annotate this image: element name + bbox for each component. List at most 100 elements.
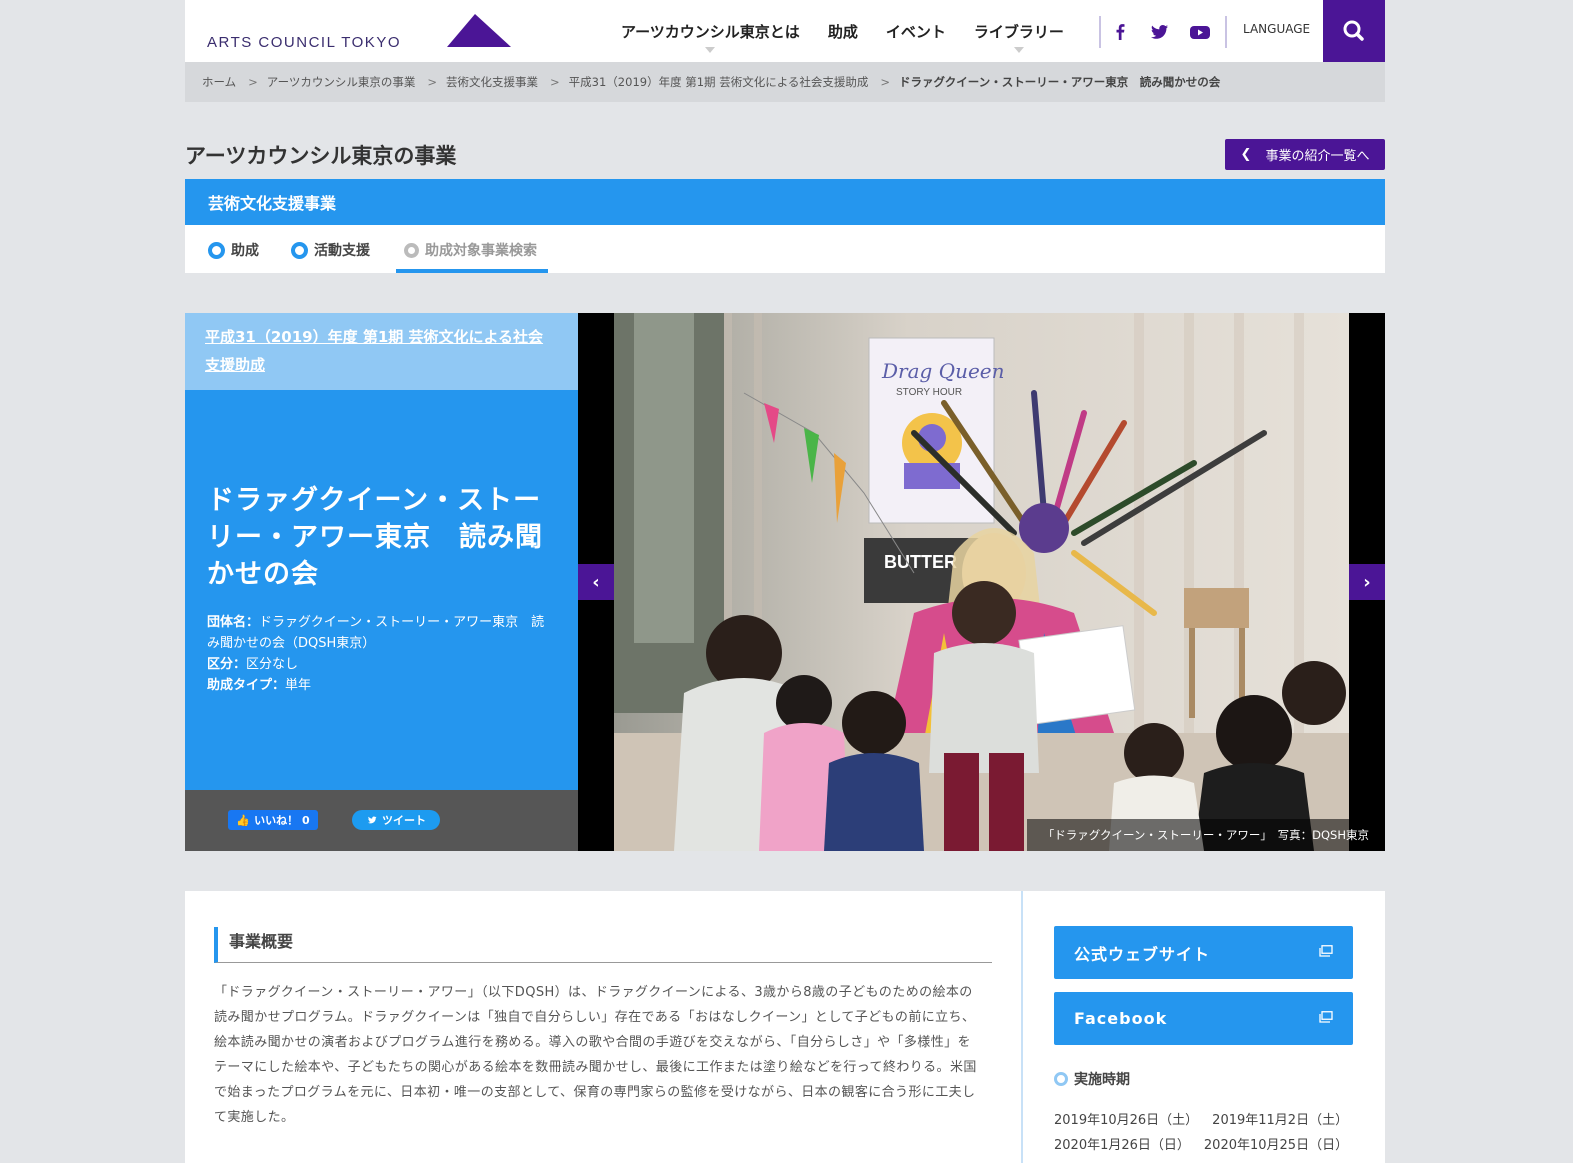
nav-events[interactable]: イベント: [886, 21, 946, 42]
period-heading: 実施時期: [1054, 1069, 1130, 1089]
project-info: ドラァグクイーン・ストーリー・アワー東京 読み聞かせの会 団体名：ドラァグクイー…: [185, 390, 578, 790]
tab-project-search[interactable]: 助成対象事業検索: [404, 240, 537, 260]
sign-subtext: STORY HOUR: [896, 387, 962, 398]
search-icon: [1343, 20, 1364, 41]
chevron-left-icon: ‹: [592, 571, 600, 593]
breadcrumb-separator: >: [248, 75, 258, 89]
like-label: いいね！ 0: [254, 814, 310, 827]
date-item: 2019年11月2日（土）: [1212, 1113, 1349, 1128]
tweet-label: ツイート: [382, 814, 426, 827]
site-logo[interactable]: ARTS COUNCIL TOKYO: [207, 14, 517, 54]
date-row: 2020年1月26日（日） 2020年10月25日（日）: [1054, 1133, 1362, 1158]
meta-value: 区分なし: [246, 657, 299, 672]
chevron-down-icon: [1013, 46, 1024, 53]
meta-key: 団体名：: [207, 615, 260, 630]
breadcrumb: ホーム > アーツカウンシル東京の事業 > 芸術文化支援事業 > 平成31（20…: [185, 62, 1385, 102]
nav-about[interactable]: アーツカウンシル東京とは: [621, 21, 800, 53]
tweet-button[interactable]: ツイート: [352, 810, 440, 830]
tab-grants[interactable]: 助成: [208, 240, 259, 260]
category-title: 芸術文化支援事業: [208, 194, 337, 213]
logo-text: ARTS COUNCIL TOKYO: [207, 34, 401, 51]
circle-icon: [404, 242, 419, 258]
program-link[interactable]: 平成31（2019）年度 第1期 芸術文化による社会支援助成: [205, 328, 543, 374]
external-link-icon: [1319, 1011, 1333, 1023]
project-title: ドラァグクイーン・ストーリー・アワー東京 読み聞かせの会: [207, 485, 543, 590]
photo-illustration: Drag Queen STORY HOUR BUTTER: [614, 313, 1349, 851]
photo-caption: 「ドラァグクイーン・ストーリー・アワー」 写真：DQSH東京: [1026, 819, 1385, 851]
chevron-right-icon: ›: [1363, 571, 1371, 593]
breadcrumb-separator: >: [880, 75, 890, 89]
share-bar: 👍 いいね！ 0 ツイート: [185, 790, 578, 851]
page-title: アーツカウンシル東京の事業: [185, 144, 457, 168]
breadcrumb-program[interactable]: 平成31（2019）年度 第1期 芸術文化による社会支援助成: [569, 74, 869, 90]
project-details: 事業概要 「ドラァグクイーン・ストーリー・アワー」（以下DQSH）は、ドラァグク…: [185, 891, 1385, 1163]
slider-next-button[interactable]: ›: [1349, 564, 1385, 600]
column-divider: [1021, 891, 1023, 1163]
meta-organization: 団体名：ドラァグクイーン・ストーリー・アワー東京 読み聞かせの会（DQSH東京）: [207, 612, 557, 654]
shop-text: BUTTER: [884, 552, 957, 572]
global-nav: アーツカウンシル東京とは 助成 イベント ライブラリー: [621, 0, 1092, 62]
project-photo: Drag Queen STORY HOUR BUTTER: [614, 313, 1349, 851]
outline-heading: 事業概要: [214, 927, 992, 963]
nav-grants[interactable]: 助成: [828, 21, 858, 42]
official-website-button[interactable]: 公式ウェブサイト: [1054, 926, 1353, 979]
date-item: 2020年10月25日（日）: [1203, 1138, 1349, 1153]
search-button[interactable]: [1323, 0, 1385, 62]
meta-category: 区分：区分なし: [207, 654, 557, 675]
youtube-icon[interactable]: [1187, 20, 1213, 44]
twitter-icon[interactable]: [1146, 20, 1172, 44]
sub-nav: 助成 活動支援 助成対象事業検索: [185, 225, 1385, 273]
tab-activity-support[interactable]: 活動支援: [291, 240, 370, 260]
circle-icon: [291, 241, 308, 259]
logo-triangle-icon: [447, 14, 511, 47]
twitter-icon: [368, 816, 377, 824]
thumbs-up-icon: 👍: [236, 813, 251, 827]
external-link-icon: [1319, 945, 1333, 957]
sign-text: Drag Queen: [881, 359, 1005, 383]
date-row: 2019年10月26日（土） 2019年11月2日（土）: [1054, 1108, 1362, 1133]
outline-text: 「ドラァグクイーン・ストーリー・アワー」（以下DQSH）は、ドラァグクイーンによ…: [214, 985, 977, 1125]
program-tag: 平成31（2019）年度 第1期 芸術文化による社会支援助成: [185, 313, 578, 390]
meta-key: 区分：: [207, 657, 247, 672]
nav-divider: [1099, 16, 1101, 48]
breadcrumb-separator: >: [550, 75, 560, 89]
facebook-page-label: Facebook: [1074, 1009, 1168, 1028]
photo-slider: Drag Queen STORY HOUR BUTTER ‹ › 「ドラァグクイ…: [578, 313, 1385, 851]
active-tab-indicator: [396, 269, 548, 273]
breadcrumb-home[interactable]: ホーム: [202, 74, 236, 90]
tab-project-search-label: 助成対象事業検索: [425, 243, 537, 259]
official-website-label: 公式ウェブサイト: [1074, 944, 1211, 964]
slider-prev-button[interactable]: ‹: [578, 564, 614, 600]
meta-key: 助成タイプ：: [207, 678, 286, 693]
circle-icon: [208, 241, 225, 259]
nav-grants-label: 助成: [827, 22, 858, 41]
project-meta: 団体名：ドラァグクイーン・ストーリー・アワー東京 読み聞かせの会（DQSH東京）…: [207, 612, 557, 696]
date-item: 2020年1月26日（日）: [1054, 1138, 1190, 1153]
facebook-like-button[interactable]: 👍 いいね！ 0: [228, 810, 318, 830]
facebook-icon[interactable]: [1107, 20, 1133, 44]
chevron-left-icon: ❮: [1240, 147, 1252, 162]
period-heading-label: 実施時期: [1074, 1072, 1130, 1088]
meta-grant-type: 助成タイプ：単年: [207, 675, 557, 696]
period-dates: 2019年10月26日（土） 2019年11月2日（土） 2020年1月26日（日…: [1054, 1108, 1362, 1158]
project-summary-panel: 平成31（2019）年度 第1期 芸術文化による社会支援助成 ドラァグクイーン・…: [185, 313, 578, 851]
meta-value: 単年: [285, 678, 312, 693]
nav-events-label: イベント: [885, 22, 946, 41]
nav-divider: [1225, 16, 1227, 48]
back-to-list-button[interactable]: ❮ 事業の紹介一覧へ: [1225, 139, 1385, 170]
breadcrumb-current: ドラァグクイーン・ストーリー・アワー東京 読み聞かせの会: [899, 75, 1221, 89]
category-band: 芸術文化支援事業: [185, 179, 1385, 225]
tab-grants-label: 助成: [231, 243, 259, 259]
breadcrumb-support[interactable]: 芸術文化支援事業: [446, 74, 538, 90]
nav-library[interactable]: ライブラリー: [973, 21, 1064, 53]
language-selector[interactable]: LANGUAGE: [1243, 22, 1310, 36]
nav-about-label: アーツカウンシル東京とは: [621, 22, 800, 41]
facebook-page-button[interactable]: Facebook: [1054, 992, 1353, 1045]
back-to-list-label: 事業の紹介一覧へ: [1265, 149, 1370, 164]
tab-activity-support-label: 活動支援: [314, 243, 370, 259]
circle-icon: [1054, 1072, 1068, 1086]
nav-library-label: ライブラリー: [973, 22, 1064, 41]
site-header: ARTS COUNCIL TOKYO アーツカウンシル東京とは 助成 イベント …: [185, 0, 1385, 62]
breadcrumb-projects[interactable]: アーツカウンシル東京の事業: [267, 74, 416, 90]
chevron-down-icon: [705, 46, 716, 53]
